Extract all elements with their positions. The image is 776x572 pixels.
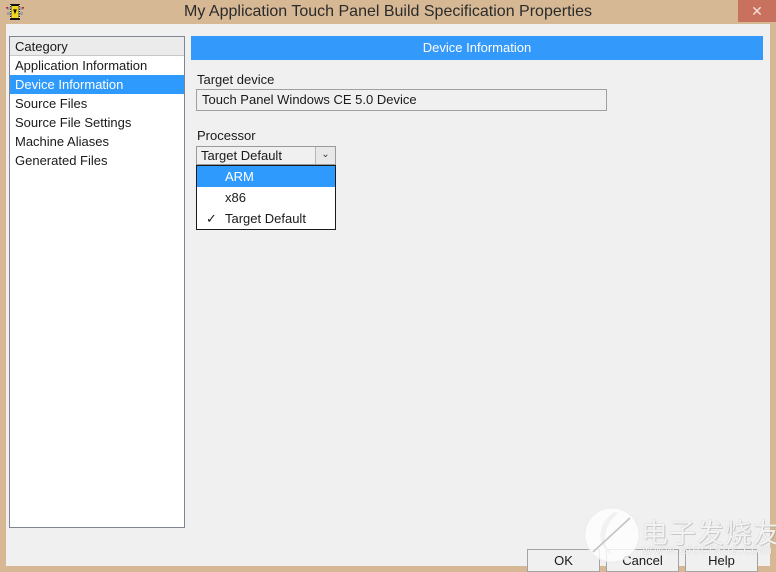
dropdown-check-x86 (206, 187, 220, 208)
category-item-source-file-settings[interactable]: Source File Settings (10, 113, 184, 132)
dropdown-item-x86-label: x86 (225, 190, 246, 205)
dropdown-check-arm (206, 166, 220, 187)
cancel-button[interactable]: Cancel (606, 549, 679, 572)
processor-selected-value: Target Default (201, 148, 282, 163)
ok-button[interactable]: OK (527, 549, 600, 572)
panel-header: Device Information (191, 36, 763, 60)
target-device-label: Target device (197, 72, 275, 87)
category-listbox[interactable]: Category Application Information Device … (9, 36, 185, 528)
dropdown-item-target-default-label: Target Default (225, 211, 306, 226)
window-frame: My Application Touch Panel Build Specifi… (0, 0, 776, 572)
dropdown-item-x86[interactable]: x86 (197, 187, 335, 208)
content-panel: Device Information Target device Touch P… (191, 36, 763, 528)
category-item-application-information[interactable]: Application Information (10, 56, 184, 75)
check-icon: ✓ (206, 211, 217, 226)
processor-combobox[interactable]: Target Default ⌄ (196, 146, 336, 165)
window-title: My Application Touch Panel Build Specifi… (184, 3, 592, 20)
title-bar: My Application Touch Panel Build Specifi… (0, 0, 776, 24)
panel-title: Device Information (422, 40, 532, 55)
chevron-down-icon[interactable]: ⌄ (315, 147, 335, 164)
close-button[interactable]: ✕ (738, 0, 776, 22)
button-bar: OK Cancel Help (6, 528, 770, 572)
dropdown-item-target-default[interactable]: ✓ Target Default (197, 208, 335, 229)
dropdown-item-arm-label: ARM (225, 169, 254, 184)
processor-label: Processor (197, 128, 256, 143)
category-item-source-files[interactable]: Source Files (10, 94, 184, 113)
dialog-body: Category Application Information Device … (6, 24, 770, 572)
category-item-generated-files[interactable]: Generated Files (10, 151, 184, 170)
category-item-machine-aliases[interactable]: Machine Aliases (10, 132, 184, 151)
processor-dropdown-menu[interactable]: ARM x86 ✓ Target Default (196, 165, 336, 230)
category-item-device-information[interactable]: Device Information (10, 75, 184, 94)
target-device-field[interactable]: Touch Panel Windows CE 5.0 Device (196, 89, 607, 111)
help-button[interactable]: Help (685, 549, 758, 572)
category-list-header: Category (10, 37, 184, 56)
dropdown-item-arm[interactable]: ARM (197, 166, 335, 187)
